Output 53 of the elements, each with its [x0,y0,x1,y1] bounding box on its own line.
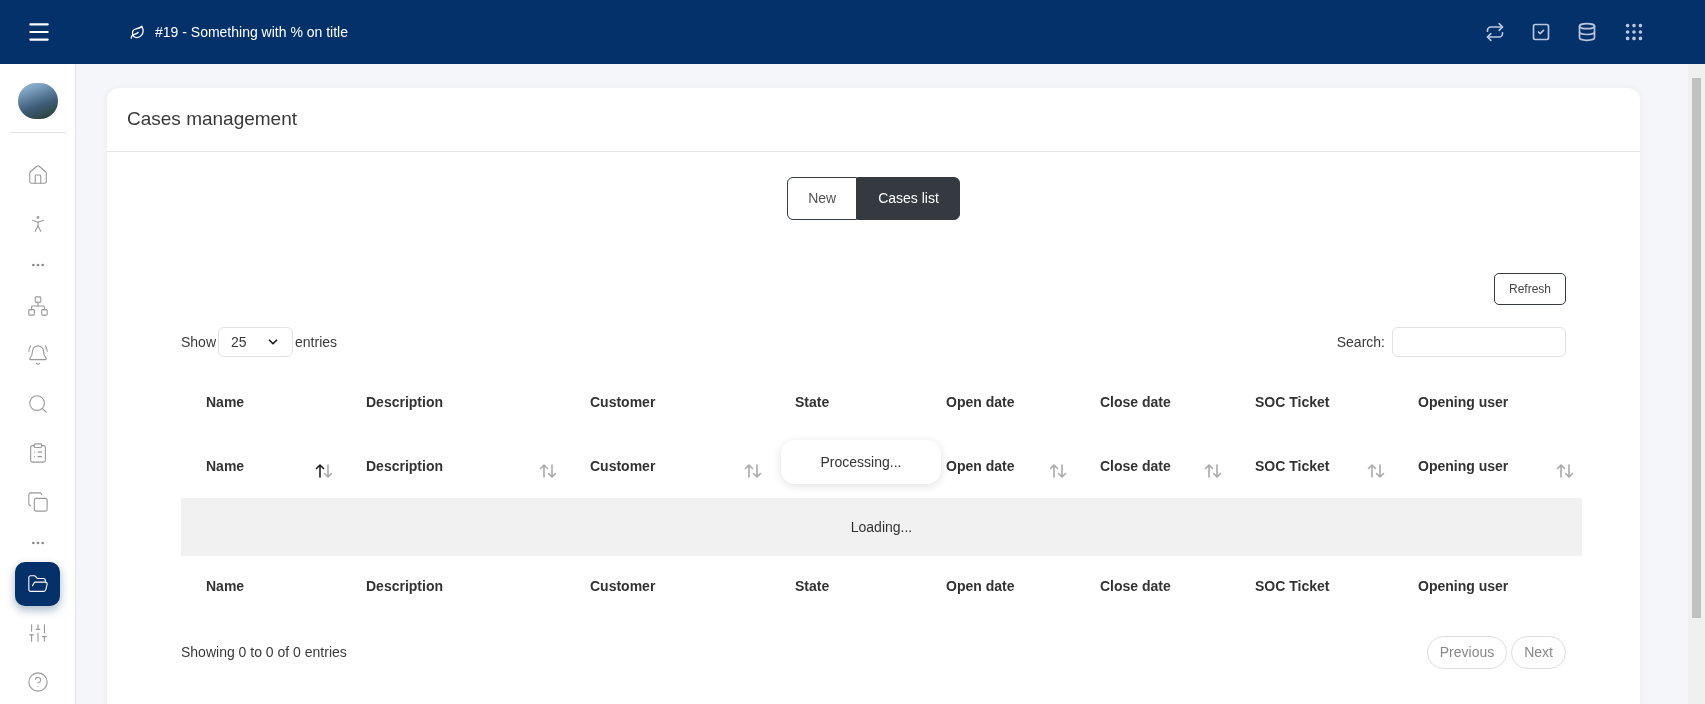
search-icon [26,393,49,415]
column-header[interactable]: Close date [1100,455,1171,477]
sidebar-item[interactable] [15,562,60,606]
column-footer: Close date [1100,577,1171,594]
column-footer: State [795,577,830,594]
checkbox-icon[interactable] [1531,22,1551,42]
search-label: Search: [1336,332,1385,352]
home-icon [26,164,49,186]
column-header[interactable]: Description [366,455,443,477]
database-icon[interactable] [1577,22,1597,42]
help-icon [26,671,49,693]
entries-info: Showing 0 to 0 of 0 entries [181,643,347,662]
column-header: Close date [1100,393,1171,410]
column-header: Name [206,393,245,410]
sliders-icon [26,622,49,644]
network-icon [26,295,49,317]
show-label: Show [181,332,217,352]
stacked-pages-icon [26,491,49,513]
search-field[interactable] [1392,327,1566,357]
column-footer: Name [206,577,245,594]
sort-icon[interactable] [315,463,333,479]
column-footer: Open date [946,577,1015,594]
column-header[interactable]: Customer [590,455,656,477]
column-header[interactable]: SOC Ticket [1255,455,1330,477]
refresh-button[interactable]: Refresh [1493,273,1566,305]
scrollbar[interactable] [1688,64,1705,704]
loading-text: Loading... [850,518,913,535]
toggle-button[interactable]: New [787,177,858,220]
entries-select[interactable]: 25 [218,327,294,357]
avatar[interactable] [17,83,58,119]
sync-icon[interactable] [1485,22,1505,42]
bell-icon [26,344,49,366]
column-header[interactable]: Opening user [1418,455,1509,477]
card-title: Cases management [127,107,298,132]
column-header: SOC Ticket [1255,393,1330,410]
page-title: #19 - Something with % on title [155,22,348,42]
column-footer: Description [366,577,443,594]
column-header[interactable]: Name [206,455,245,477]
apps-grid-icon[interactable] [1623,21,1645,43]
leaf-icon [130,24,145,40]
entries-label: entries [295,332,338,352]
column-footer: SOC Ticket [1255,577,1330,594]
processing-popup: Processing... [781,440,941,484]
column-header: Customer [590,393,656,410]
toggle-button[interactable]: Cases list [857,177,960,220]
column-header: Open date [946,393,1015,410]
column-footer: Opening user [1418,577,1509,594]
column-header: Description [366,393,443,410]
column-header: State [795,393,830,410]
column-footer: Customer [590,577,656,594]
column-header: Opening user [1418,393,1509,410]
column-header[interactable]: Open date [946,455,1015,477]
folder-icon [26,573,49,595]
